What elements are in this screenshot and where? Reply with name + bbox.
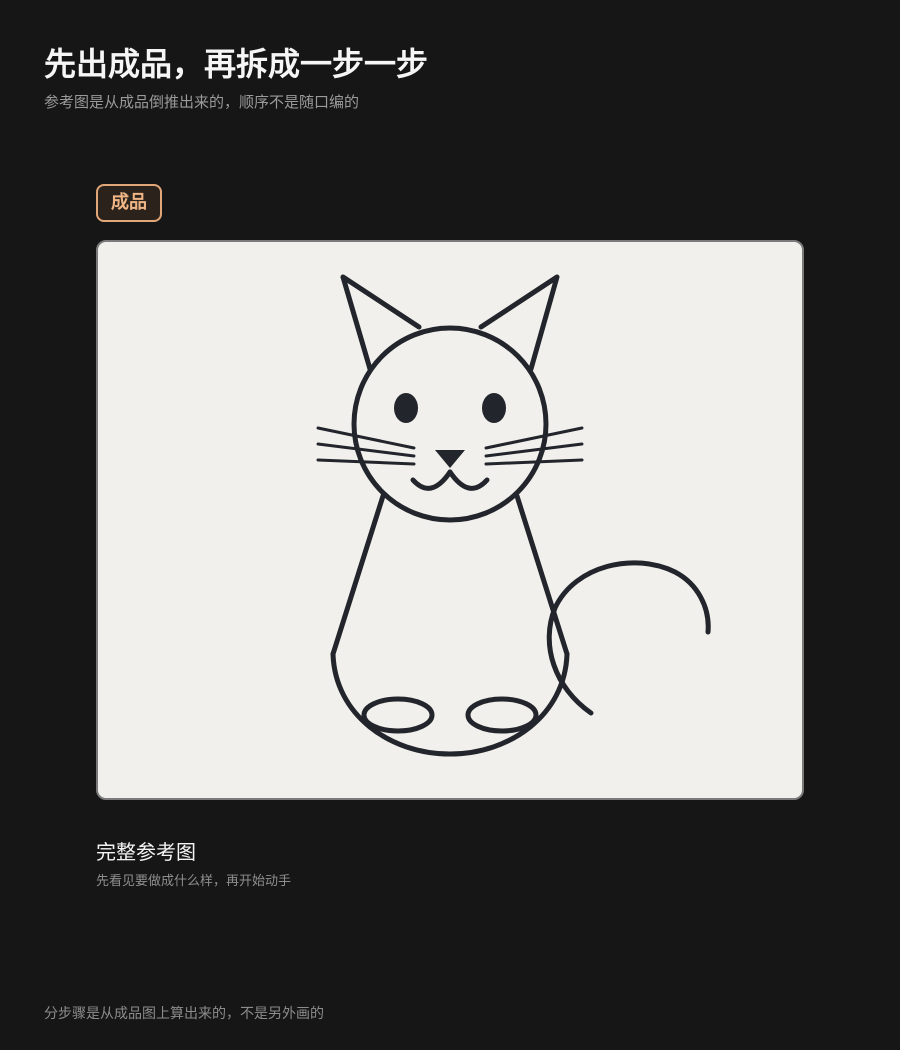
cat-tail (546, 560, 711, 716)
page-title: 先出成品，再拆成一步一步 (44, 45, 429, 83)
cat-body-left-side (330, 493, 386, 657)
footer-note: 分步骤是从成品图上算出来的，不是另外画的 (44, 1006, 324, 1022)
cat-right-paw (465, 696, 539, 734)
cat-whisker-right-bottom (484, 458, 584, 466)
cat-mouth-right (447, 469, 490, 491)
stage-badge: 成品 (96, 184, 162, 222)
cat-mouth-left (410, 469, 453, 491)
cat-left-paw (361, 696, 435, 734)
cat-head (351, 325, 549, 523)
cat-nose (435, 450, 465, 468)
cat-belly (330, 651, 570, 757)
cat-right-eye (482, 393, 506, 423)
reference-image-card (96, 240, 804, 800)
caption-title: 完整参考图 (96, 840, 196, 864)
cat-illustration (316, 274, 711, 757)
cat-whisker-left-bottom (316, 458, 416, 466)
cat-body-right-side (514, 493, 570, 657)
caption-subtitle: 先看见要做成什么样，再开始动手 (96, 874, 292, 889)
cat-left-eye (394, 393, 418, 423)
page-subtitle: 参考图是从成品倒推出来的，顺序不是随口编的 (44, 93, 360, 111)
